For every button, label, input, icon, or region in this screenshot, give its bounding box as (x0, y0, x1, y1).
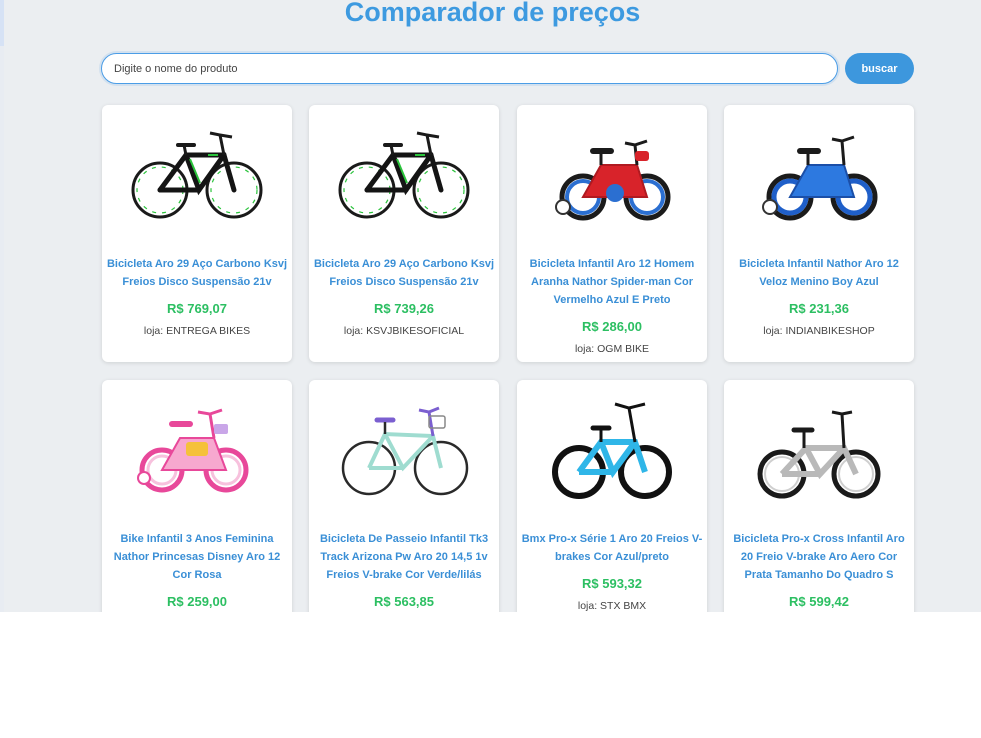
product-price: R$ 599,42 (789, 594, 849, 609)
product-image[interactable] (309, 115, 499, 235)
product-price: R$ 769,07 (167, 301, 227, 316)
product-image[interactable] (102, 390, 292, 510)
product-card[interactable]: Bicicleta Aro 29 Aço Carbono Ksvj Freios… (102, 105, 292, 362)
product-card[interactable]: Bicicleta Infantil Nathor Aro 12 Veloz M… (724, 105, 914, 362)
product-card[interactable]: Bicicleta Pro-x Cross Infantil Aro 20 Fr… (724, 380, 914, 612)
product-title[interactable]: Bmx Pro-x Série 1 Aro 20 Freios V-brakes… (519, 530, 705, 566)
product-title[interactable]: Bike Infantil 3 Anos Feminina Nathor Pri… (104, 530, 290, 584)
product-title[interactable]: Bicicleta Pro-x Cross Infantil Aro 20 Fr… (726, 530, 912, 584)
product-price: R$ 231,36 (789, 301, 849, 316)
product-title[interactable]: Bicicleta De Passeio Infantil Tk3 Track … (311, 530, 497, 584)
product-card[interactable]: Bicicleta Aro 29 Aço Carbono Ksvj Freios… (309, 105, 499, 362)
product-price: R$ 259,00 (167, 594, 227, 609)
product-store: loja: STX BMX (577, 600, 647, 612)
product-image[interactable] (517, 390, 707, 510)
product-card[interactable]: Bicicleta Infantil Aro 12 Homem Aranha N… (517, 105, 707, 362)
search-input[interactable] (101, 53, 838, 84)
product-price: R$ 563,85 (374, 594, 434, 609)
product-card[interactable]: Bmx Pro-x Série 1 Aro 20 Freios V-brakes… (517, 380, 707, 612)
product-title[interactable]: Bicicleta Infantil Nathor Aro 12 Veloz M… (726, 255, 912, 291)
product-title[interactable]: Bicicleta Aro 29 Aço Carbono Ksvj Freios… (104, 255, 290, 291)
page-title: Comparador de preços (344, 0, 641, 27)
product-image[interactable] (309, 390, 499, 510)
product-image[interactable] (724, 390, 914, 510)
product-store: loja: OGM BIKE (574, 343, 650, 355)
product-store: loja: KSVJBIKESOFICIAL (343, 325, 465, 337)
product-store: loja: ENTREGA BIKES (143, 325, 251, 337)
product-image[interactable] (724, 115, 914, 235)
product-price: R$ 739,26 (374, 301, 434, 316)
search-bar: buscar (101, 52, 914, 86)
page-viewport: Comparador de preços buscar (4, 0, 981, 612)
product-title[interactable]: Bicicleta Aro 29 Aço Carbono Ksvj Freios… (311, 255, 497, 291)
product-card[interactable]: Bicicleta De Passeio Infantil Tk3 Track … (309, 380, 499, 612)
product-title[interactable]: Bicicleta Infantil Aro 12 Homem Aranha N… (519, 255, 705, 309)
search-button[interactable]: buscar (845, 53, 914, 84)
product-card[interactable]: Bike Infantil 3 Anos Feminina Nathor Pri… (102, 380, 292, 612)
product-price: R$ 593,32 (582, 576, 642, 591)
product-image[interactable] (517, 115, 707, 235)
product-image[interactable] (102, 115, 292, 235)
product-store: loja: INDIANBIKESHOP (763, 325, 875, 337)
product-price: R$ 286,00 (582, 319, 642, 334)
